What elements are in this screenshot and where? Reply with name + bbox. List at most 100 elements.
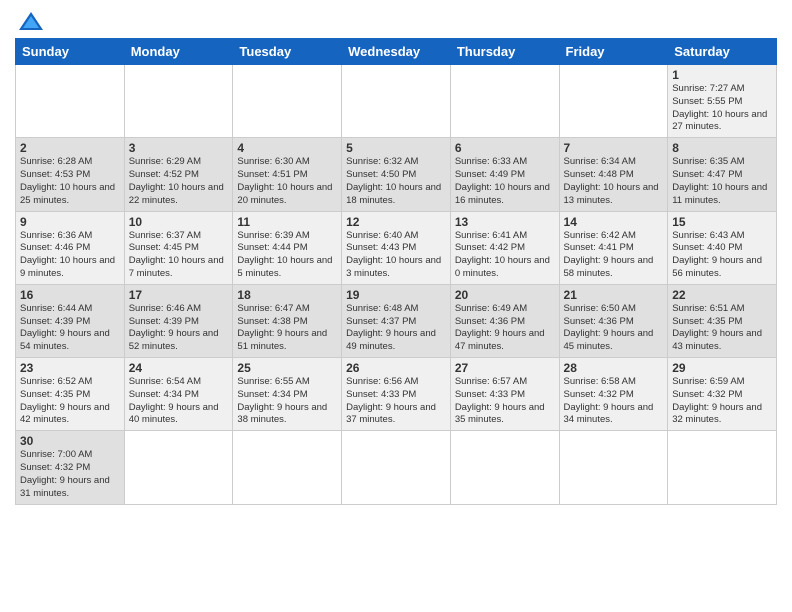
day-info: Sunrise: 6:30 AM Sunset: 4:51 PM Dayligh… [237, 156, 332, 205]
week-row-3: 16Sunrise: 6:44 AM Sunset: 4:39 PM Dayli… [16, 284, 777, 357]
day-info: Sunrise: 6:59 AM Sunset: 4:32 PM Dayligh… [672, 376, 762, 425]
day-number: 23 [20, 361, 120, 375]
day-info: Sunrise: 6:56 AM Sunset: 4:33 PM Dayligh… [346, 376, 436, 425]
day-cell: 27Sunrise: 6:57 AM Sunset: 4:33 PM Dayli… [450, 358, 559, 431]
day-number: 2 [20, 141, 120, 155]
day-info: Sunrise: 6:47 AM Sunset: 4:38 PM Dayligh… [237, 303, 327, 352]
day-number: 6 [455, 141, 555, 155]
week-row-2: 9Sunrise: 6:36 AM Sunset: 4:46 PM Daylig… [16, 211, 777, 284]
day-cell [559, 65, 668, 138]
day-cell: 9Sunrise: 6:36 AM Sunset: 4:46 PM Daylig… [16, 211, 125, 284]
day-info: Sunrise: 6:29 AM Sunset: 4:52 PM Dayligh… [129, 156, 224, 205]
day-cell: 23Sunrise: 6:52 AM Sunset: 4:35 PM Dayli… [16, 358, 125, 431]
day-cell [124, 431, 233, 504]
day-cell: 21Sunrise: 6:50 AM Sunset: 4:36 PM Dayli… [559, 284, 668, 357]
day-info: Sunrise: 6:57 AM Sunset: 4:33 PM Dayligh… [455, 376, 545, 425]
day-number: 24 [129, 361, 229, 375]
day-number: 26 [346, 361, 446, 375]
day-cell: 4Sunrise: 6:30 AM Sunset: 4:51 PM Daylig… [233, 138, 342, 211]
day-cell: 7Sunrise: 6:34 AM Sunset: 4:48 PM Daylig… [559, 138, 668, 211]
logo [15, 10, 45, 32]
day-info: Sunrise: 6:34 AM Sunset: 4:48 PM Dayligh… [564, 156, 659, 205]
day-cell [16, 65, 125, 138]
day-cell: 16Sunrise: 6:44 AM Sunset: 4:39 PM Dayli… [16, 284, 125, 357]
day-cell [450, 431, 559, 504]
day-info: Sunrise: 6:41 AM Sunset: 4:42 PM Dayligh… [455, 230, 550, 279]
day-cell: 11Sunrise: 6:39 AM Sunset: 4:44 PM Dayli… [233, 211, 342, 284]
day-number: 30 [20, 434, 120, 448]
day-cell: 24Sunrise: 6:54 AM Sunset: 4:34 PM Dayli… [124, 358, 233, 431]
weekday-tuesday: Tuesday [233, 39, 342, 65]
day-number: 28 [564, 361, 664, 375]
day-cell [342, 431, 451, 504]
day-info: Sunrise: 6:49 AM Sunset: 4:36 PM Dayligh… [455, 303, 545, 352]
weekday-friday: Friday [559, 39, 668, 65]
day-number: 16 [20, 288, 120, 302]
day-info: Sunrise: 6:39 AM Sunset: 4:44 PM Dayligh… [237, 230, 332, 279]
day-number: 14 [564, 215, 664, 229]
day-info: Sunrise: 6:42 AM Sunset: 4:41 PM Dayligh… [564, 230, 654, 279]
day-info: Sunrise: 7:00 AM Sunset: 4:32 PM Dayligh… [20, 449, 110, 498]
day-info: Sunrise: 6:36 AM Sunset: 4:46 PM Dayligh… [20, 230, 115, 279]
day-info: Sunrise: 6:51 AM Sunset: 4:35 PM Dayligh… [672, 303, 762, 352]
day-cell: 22Sunrise: 6:51 AM Sunset: 4:35 PM Dayli… [668, 284, 777, 357]
weekday-monday: Monday [124, 39, 233, 65]
week-row-4: 23Sunrise: 6:52 AM Sunset: 4:35 PM Dayli… [16, 358, 777, 431]
day-cell [233, 65, 342, 138]
day-cell [559, 431, 668, 504]
day-info: Sunrise: 6:58 AM Sunset: 4:32 PM Dayligh… [564, 376, 654, 425]
day-info: Sunrise: 6:28 AM Sunset: 4:53 PM Dayligh… [20, 156, 115, 205]
day-info: Sunrise: 6:55 AM Sunset: 4:34 PM Dayligh… [237, 376, 327, 425]
day-cell: 13Sunrise: 6:41 AM Sunset: 4:42 PM Dayli… [450, 211, 559, 284]
day-number: 19 [346, 288, 446, 302]
day-cell: 1Sunrise: 7:27 AM Sunset: 5:55 PM Daylig… [668, 65, 777, 138]
day-number: 9 [20, 215, 120, 229]
day-info: Sunrise: 6:33 AM Sunset: 4:49 PM Dayligh… [455, 156, 550, 205]
header [15, 10, 777, 32]
day-number: 20 [455, 288, 555, 302]
page: SundayMondayTuesdayWednesdayThursdayFrid… [0, 0, 792, 612]
weekday-thursday: Thursday [450, 39, 559, 65]
weekday-wednesday: Wednesday [342, 39, 451, 65]
day-cell: 25Sunrise: 6:55 AM Sunset: 4:34 PM Dayli… [233, 358, 342, 431]
weekday-sunday: Sunday [16, 39, 125, 65]
day-cell: 28Sunrise: 6:58 AM Sunset: 4:32 PM Dayli… [559, 358, 668, 431]
day-info: Sunrise: 6:37 AM Sunset: 4:45 PM Dayligh… [129, 230, 224, 279]
day-number: 11 [237, 215, 337, 229]
day-info: Sunrise: 6:46 AM Sunset: 4:39 PM Dayligh… [129, 303, 219, 352]
day-cell [450, 65, 559, 138]
day-cell: 6Sunrise: 6:33 AM Sunset: 4:49 PM Daylig… [450, 138, 559, 211]
day-number: 5 [346, 141, 446, 155]
day-cell: 26Sunrise: 6:56 AM Sunset: 4:33 PM Dayli… [342, 358, 451, 431]
day-cell: 8Sunrise: 6:35 AM Sunset: 4:47 PM Daylig… [668, 138, 777, 211]
day-number: 1 [672, 68, 772, 82]
day-number: 8 [672, 141, 772, 155]
day-cell [342, 65, 451, 138]
day-info: Sunrise: 6:35 AM Sunset: 4:47 PM Dayligh… [672, 156, 767, 205]
day-number: 10 [129, 215, 229, 229]
day-info: Sunrise: 6:50 AM Sunset: 4:36 PM Dayligh… [564, 303, 654, 352]
day-number: 7 [564, 141, 664, 155]
day-cell [124, 65, 233, 138]
calendar: SundayMondayTuesdayWednesdayThursdayFrid… [15, 38, 777, 505]
week-row-5: 30Sunrise: 7:00 AM Sunset: 4:32 PM Dayli… [16, 431, 777, 504]
weekday-saturday: Saturday [668, 39, 777, 65]
day-number: 18 [237, 288, 337, 302]
day-number: 13 [455, 215, 555, 229]
day-cell [668, 431, 777, 504]
calendar-body: 1Sunrise: 7:27 AM Sunset: 5:55 PM Daylig… [16, 65, 777, 505]
logo-text [15, 10, 45, 32]
day-number: 25 [237, 361, 337, 375]
logo-icon [17, 10, 45, 32]
day-info: Sunrise: 6:43 AM Sunset: 4:40 PM Dayligh… [672, 230, 762, 279]
day-cell: 18Sunrise: 6:47 AM Sunset: 4:38 PM Dayli… [233, 284, 342, 357]
day-cell [233, 431, 342, 504]
day-cell: 5Sunrise: 6:32 AM Sunset: 4:50 PM Daylig… [342, 138, 451, 211]
day-info: Sunrise: 6:52 AM Sunset: 4:35 PM Dayligh… [20, 376, 110, 425]
day-info: Sunrise: 6:44 AM Sunset: 4:39 PM Dayligh… [20, 303, 110, 352]
day-cell: 20Sunrise: 6:49 AM Sunset: 4:36 PM Dayli… [450, 284, 559, 357]
day-cell: 14Sunrise: 6:42 AM Sunset: 4:41 PM Dayli… [559, 211, 668, 284]
day-cell: 30Sunrise: 7:00 AM Sunset: 4:32 PM Dayli… [16, 431, 125, 504]
day-number: 3 [129, 141, 229, 155]
day-cell: 17Sunrise: 6:46 AM Sunset: 4:39 PM Dayli… [124, 284, 233, 357]
